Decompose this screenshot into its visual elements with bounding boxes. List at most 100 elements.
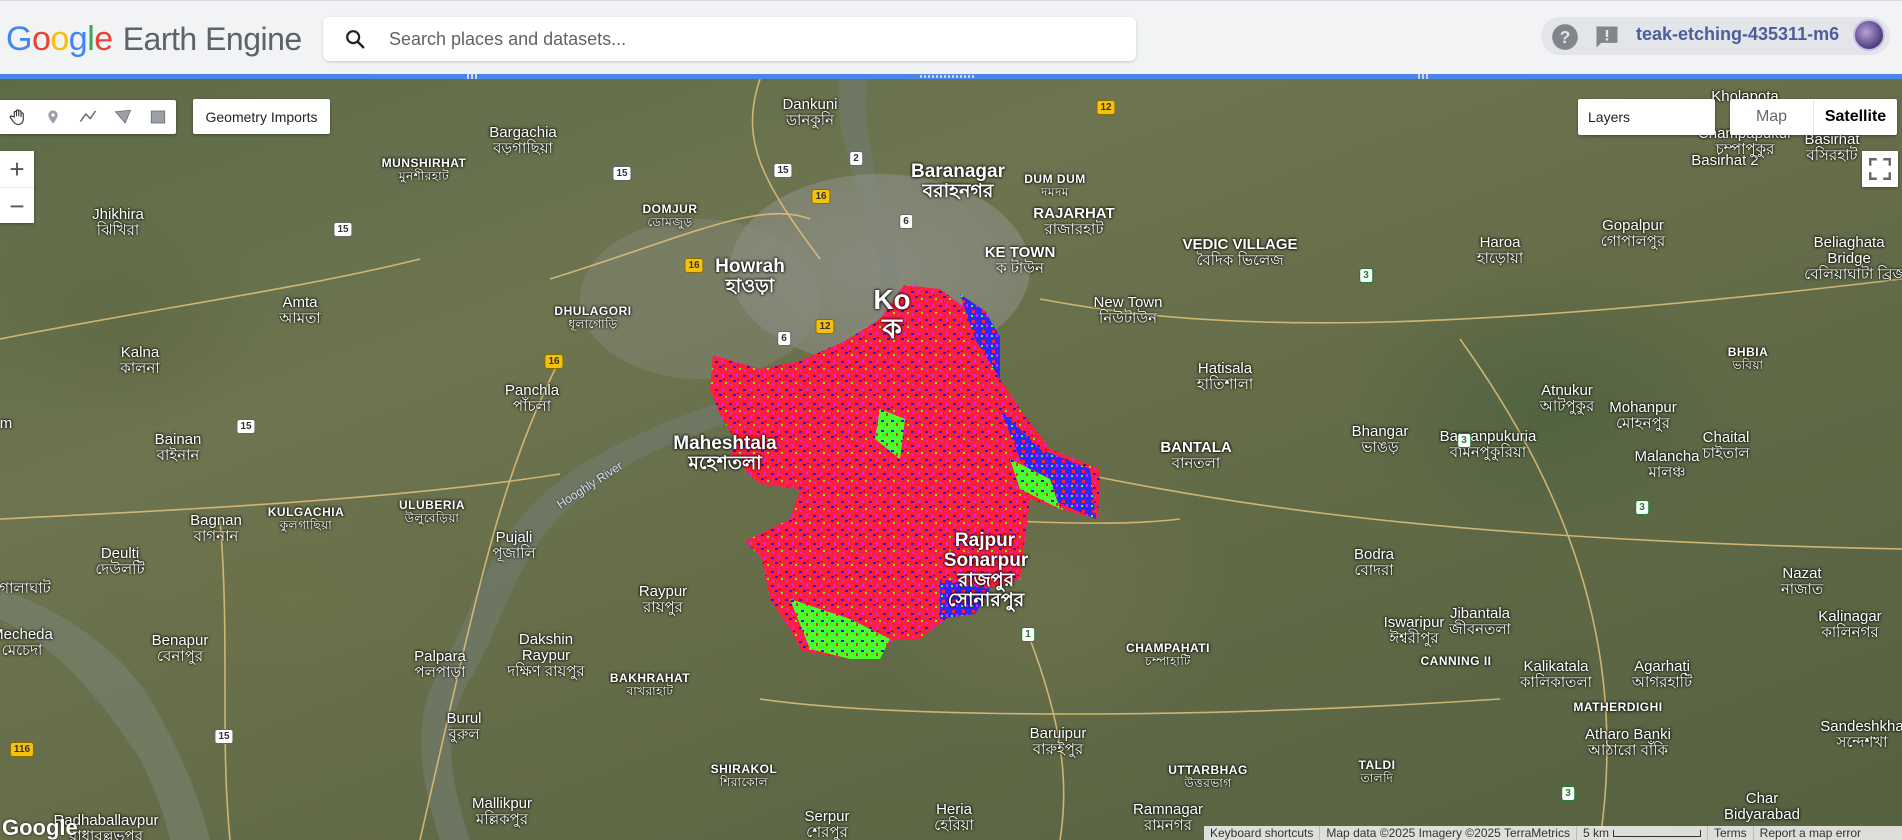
polygon-icon[interactable]: [105, 100, 140, 134]
place-label: Panchla পাঁচলা: [504, 382, 560, 415]
layers-button[interactable]: Layers: [1578, 99, 1715, 135]
search-input[interactable]: [387, 27, 1111, 51]
place-label: ULUBERIA উলুবেড়িয়া: [399, 498, 465, 525]
feedback-icon[interactable]: [1593, 23, 1621, 51]
place-label: Kalna কালনা: [120, 344, 160, 377]
map-attribution: Keyboard shortcuts Map data ©2025 Imager…: [1204, 826, 1902, 840]
place-label: Palpara পলপাড়া: [414, 648, 466, 681]
place-label: BANTALA বানতলা: [1160, 439, 1232, 472]
place-label: VEDIC VILLAGE বৈদিক ভিলেজ: [1182, 236, 1298, 269]
place-label: Sandeshkha সন্দেশখা: [1820, 718, 1902, 751]
place-label: MUNSHIRHAT মুনশীরহাট: [381, 156, 467, 183]
place-label: m: [0, 415, 13, 432]
map-canvas[interactable]: Dankuni ডানকুনি Bargachia বড়গাছিয়া MUNSH…: [0, 79, 1902, 840]
place-label: Mechedaমেচেদা: [0, 626, 53, 659]
place-label: Jhikhira ঝিখিরা: [92, 206, 144, 239]
road-shield: 3: [1635, 500, 1649, 515]
map-type-control: Map Satellite: [1730, 99, 1897, 135]
place-label: DOMJUR ডোমজুড়: [642, 202, 698, 229]
zoom-out-button[interactable]: −: [0, 188, 34, 224]
place-label: Chaital চাইতাল: [1702, 429, 1750, 462]
place-label: Deulti দেউলটি: [95, 545, 145, 578]
place-label: BAKHRAHAT বাখরাহাট: [609, 671, 691, 698]
place-label: Ramnagar রামনগর: [1132, 801, 1204, 834]
map-type-satellite[interactable]: Satellite: [1814, 99, 1897, 135]
keyboard-shortcuts-link[interactable]: Keyboard shortcuts: [1204, 826, 1321, 840]
road-shield: 1: [1021, 627, 1035, 642]
fullscreen-icon[interactable]: [1862, 151, 1898, 187]
road-shield: 3: [1561, 786, 1575, 801]
place-label: Benapur বেনাপুর: [151, 632, 209, 665]
place-label: Baruipur বারুইপুর: [1029, 725, 1087, 758]
geometry-imports-button[interactable]: Geometry Imports: [193, 99, 330, 134]
user-avatar[interactable]: [1853, 19, 1885, 51]
logo-product-name: Earth Engine: [122, 20, 303, 57]
zoom-control: + −: [0, 151, 34, 223]
logo-letter: l: [87, 19, 95, 58]
place-label: Amta আমতা: [279, 294, 321, 327]
logo-letter: g: [68, 19, 88, 58]
line-icon[interactable]: [70, 100, 105, 134]
splitter-grip[interactable]: [920, 75, 974, 78]
logo-letter: G: [6, 19, 32, 58]
zoom-in-button[interactable]: +: [0, 151, 34, 188]
place-label: BHBIA ভবিয়া: [1727, 345, 1769, 372]
place-label: Malancha মালঞ্চ: [1634, 448, 1700, 481]
report-map-error-link[interactable]: Report a map error: [1754, 826, 1867, 840]
place-label: Bamanpukuria বামনপুকুরিয়া: [1439, 428, 1537, 461]
search-bar[interactable]: [323, 17, 1136, 61]
road-shield: 3: [1359, 268, 1373, 283]
rectangle-icon[interactable]: [140, 100, 175, 134]
earth-engine-logo[interactable]: Google Earth Engine: [6, 19, 302, 59]
place-label: Serpur শেরপুর: [804, 808, 850, 840]
place-label: Kalinagar কালিনগর: [1818, 608, 1882, 641]
place-label: Nazat নাজাত: [1780, 565, 1824, 598]
place-label: Char Bidyarabad: [1724, 790, 1800, 823]
place-label: গোলাঘাট: [0, 580, 51, 597]
road-shield: 16: [544, 354, 564, 369]
road-shield: 16: [811, 189, 831, 204]
help-circle-icon[interactable]: ?: [1551, 23, 1579, 51]
road-shield: 16: [684, 258, 704, 273]
place-label-kolkata: Ko ক: [873, 284, 911, 345]
place-label: UTTARBHAG উত্তরভাগ: [1168, 763, 1248, 790]
project-selector[interactable]: teak-etching-435311-m6: [1636, 24, 1839, 45]
place-label-baranagar: Baranagar বরাহনগর: [911, 161, 1005, 202]
place-label-maheshtala: Maheshtala মহেশতলা: [673, 433, 777, 474]
map-data-credit: Map data ©2025 Imagery ©2025 TerraMetric…: [1320, 826, 1577, 840]
place-label: Agarhati আগরহাটি: [1631, 658, 1693, 691]
road-shield: 116: [9, 742, 35, 757]
place-label: MATHERDIGHI: [1573, 700, 1663, 714]
logo-letter: o: [50, 19, 69, 58]
terms-link[interactable]: Terms: [1708, 826, 1754, 840]
map-type-map[interactable]: Map: [1730, 99, 1814, 135]
road-shield: 2: [849, 151, 863, 166]
place-label: DUM DUM দমদম: [1024, 172, 1086, 199]
scale-bar[interactable]: 5 km: [1577, 826, 1708, 840]
road-shield: 3: [1457, 433, 1471, 448]
place-label: Iswaripur ঈশ্বরীপুর: [1383, 614, 1445, 647]
point-marker-icon[interactable]: [35, 100, 70, 134]
road-shield: 15: [236, 419, 256, 434]
place-label: Bhangar ভাঙড়: [1351, 423, 1409, 456]
pan-hand-icon[interactable]: [0, 100, 35, 134]
place-label-howrah: Howrah হাওড়া: [715, 256, 785, 297]
place-label: Hatisala হাতিশালা: [1196, 360, 1254, 393]
place-label: New Town নিউটাউন: [1093, 294, 1163, 327]
road-shield: 15: [773, 163, 793, 178]
place-label: Haroa হাড়োয়া: [1476, 234, 1524, 267]
place-label: CANNING II: [1420, 654, 1492, 668]
place-label: Jibantala জীবনতলা: [1449, 605, 1511, 638]
search-icon: [346, 30, 365, 49]
road-shield: 15: [333, 222, 353, 237]
place-label: RAJARHAT রাজারহাট: [1033, 205, 1115, 238]
road-shield: 15: [612, 166, 632, 181]
drawing-toolbar: [0, 100, 176, 134]
place-label: Bainan বাইনান: [154, 431, 202, 464]
google-watermark: Google: [2, 815, 78, 840]
place-label: SHIRAKOL শিরাকোল: [710, 762, 778, 789]
logo-letter: e: [94, 19, 113, 58]
place-label: Heria হেরিয়া: [934, 801, 974, 834]
logo-letter: o: [31, 19, 51, 58]
place-label: Bagnan বাগনান: [190, 512, 242, 545]
